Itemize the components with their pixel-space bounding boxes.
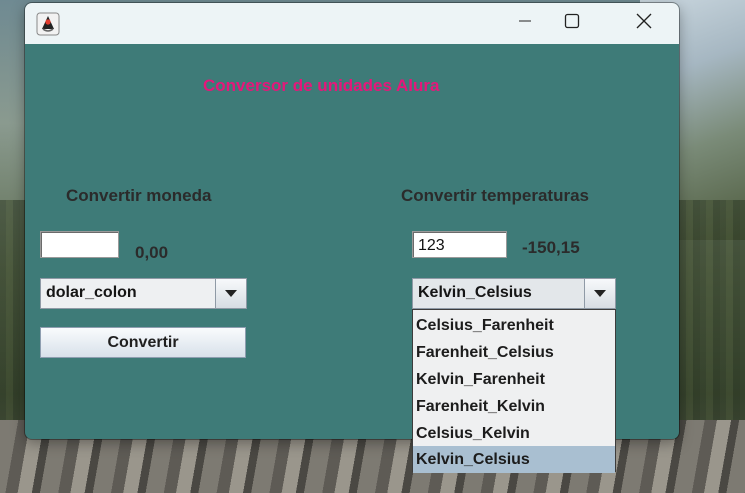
temperature-select-value: Kelvin_Celsius (418, 284, 532, 301)
option-celsius-kelvin[interactable]: Celsius_Kelvin (413, 420, 615, 447)
temperature-input[interactable]: 123 (412, 231, 507, 258)
temperature-section-label: Convertir temperaturas (401, 186, 590, 205)
chevron-down-icon[interactable] (215, 279, 246, 308)
close-button[interactable] (621, 3, 667, 44)
temperature-result: -150,15 (522, 238, 580, 257)
maximize-button[interactable] (549, 3, 595, 44)
temperature-select[interactable]: Kelvin_Celsius (412, 278, 616, 309)
option-kelvin-farenheit[interactable]: Kelvin_Farenheit (413, 366, 615, 393)
java-duke-icon (36, 12, 60, 36)
currency-select[interactable]: dolar_colon (40, 278, 247, 309)
currency-section-label: Convertir moneda (66, 186, 212, 205)
close-icon (636, 13, 652, 34)
convert-button[interactable]: Convertir (40, 327, 246, 358)
currency-select-value: dolar_colon (46, 284, 137, 301)
currency-amount-input[interactable] (40, 231, 119, 258)
title-bar[interactable] (25, 3, 679, 44)
minimize-icon (518, 14, 532, 33)
option-farenheit-kelvin[interactable]: Farenheit_Kelvin (413, 393, 615, 420)
app-title: Conversor de unidades Alura (203, 76, 440, 95)
option-kelvin-celsius[interactable]: Kelvin_Celsius (413, 446, 615, 473)
currency-result: 0,00 (135, 243, 169, 262)
temperature-options-list[interactable]: Celsius_Farenheit Farenheit_Celsius Kelv… (412, 309, 616, 473)
option-celsius-farenheit[interactable]: Celsius_Farenheit (413, 312, 615, 339)
chevron-down-icon[interactable] (584, 279, 615, 308)
option-farenheit-celsius[interactable]: Farenheit_Celsius (413, 339, 615, 366)
maximize-icon (564, 13, 580, 34)
minimize-button[interactable] (502, 3, 548, 44)
